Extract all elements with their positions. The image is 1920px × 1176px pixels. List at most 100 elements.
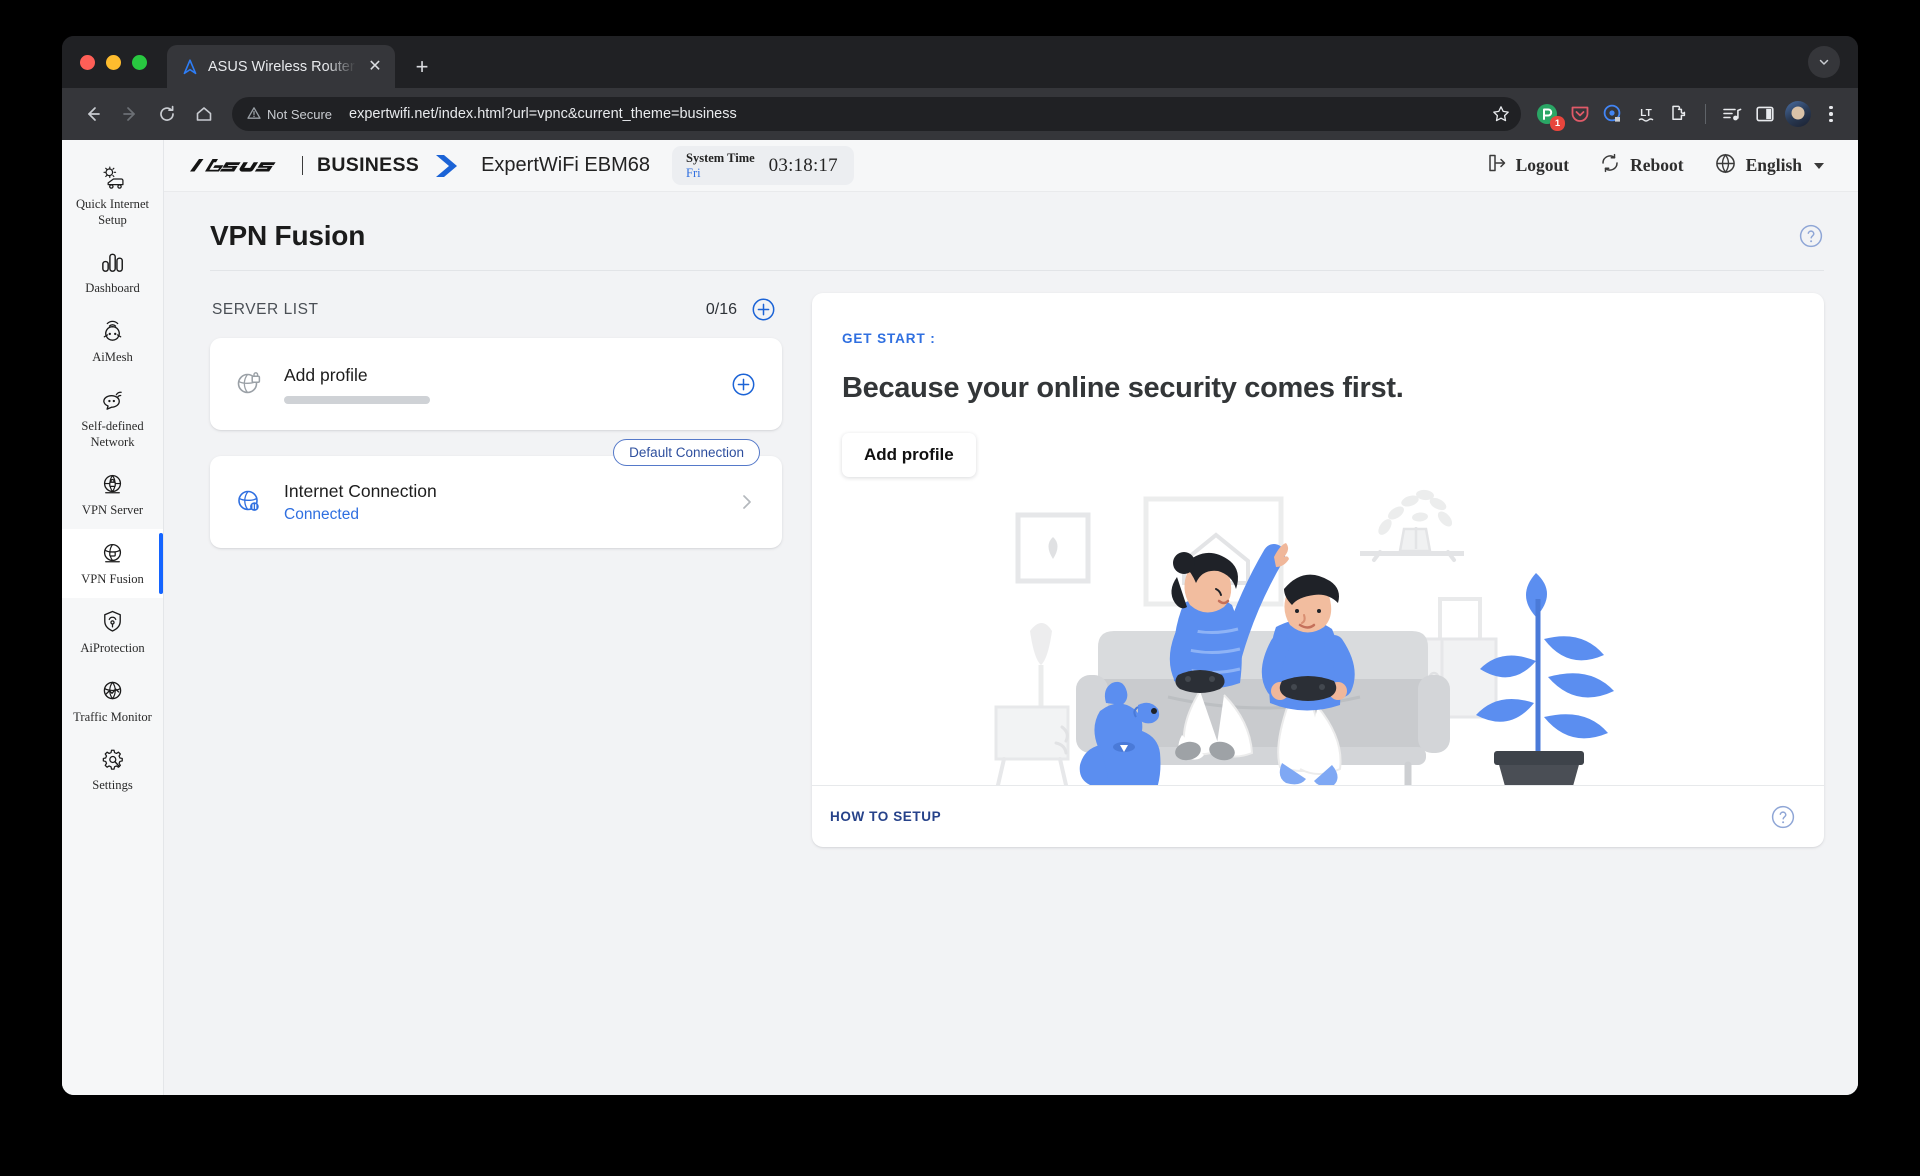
grammar-extension-icon[interactable]: 1 xyxy=(1534,101,1565,131)
svg-text:LT: LT xyxy=(1640,108,1651,119)
chevron-down-icon[interactable] xyxy=(1808,46,1840,78)
sidebar-item-settings[interactable]: Settings xyxy=(62,735,163,804)
asus-logo xyxy=(190,159,276,172)
close-window-button[interactable] xyxy=(80,54,95,70)
sidebar-item-vpn-server[interactable]: VPN Server xyxy=(62,460,163,529)
gear-icon xyxy=(99,745,127,773)
vpn-server-icon xyxy=(99,470,127,498)
security-status-label: Not Secure xyxy=(267,106,333,122)
puzzle-extensions-icon[interactable] xyxy=(1666,101,1692,127)
sidebar-item-dashboard[interactable]: Dashboard xyxy=(62,238,163,307)
server-list-title: SERVER LIST xyxy=(212,300,319,318)
globe-lock-icon xyxy=(234,369,264,399)
languagetool-extension-icon[interactable]: LT xyxy=(1633,101,1659,127)
star-icon[interactable] xyxy=(1487,100,1515,128)
media-playlist-icon[interactable] xyxy=(1719,101,1745,127)
sidebar-item-label: Traffic Monitor xyxy=(73,709,152,724)
window-controls[interactable] xyxy=(80,36,167,88)
brand-divider xyxy=(302,156,303,175)
connection-status: Connected xyxy=(284,506,359,524)
sidebar-item-aimesh[interactable]: AiMesh xyxy=(62,307,163,376)
side-panel-icon[interactable] xyxy=(1752,101,1778,127)
reboot-button[interactable]: Reboot xyxy=(1599,152,1684,179)
three-dot-menu-icon[interactable] xyxy=(1818,105,1844,123)
logout-icon xyxy=(1485,152,1507,179)
dashboard-bars-icon xyxy=(99,248,127,276)
server-list-header: SERVER LIST 0/16 xyxy=(210,293,782,326)
router-model-name: ExpertWiFi EBM68 xyxy=(481,154,651,176)
sidebar: Quick Internet Setup Dashboard AiMesh Se… xyxy=(62,140,164,1095)
how-to-setup-link[interactable]: HOW TO SETUP xyxy=(830,809,941,824)
connection-body: Internet Connection Connected xyxy=(284,480,718,525)
home-icon[interactable] xyxy=(187,97,221,131)
avatar[interactable] xyxy=(1785,101,1811,127)
main-area: BUSINESS ExpertWiFi EBM68 System Time Fr… xyxy=(164,140,1858,1095)
warning-triangle-icon xyxy=(247,106,261,123)
reboot-label: Reboot xyxy=(1630,155,1684,175)
minimize-window-button[interactable] xyxy=(106,54,121,70)
placeholder-bar xyxy=(284,396,430,405)
sidebar-item-label: VPN Fusion xyxy=(81,572,144,587)
caret-down-icon xyxy=(1814,162,1824,169)
sidebar-item-label: AiProtection xyxy=(80,640,145,655)
system-time-clock: 03:18:17 xyxy=(768,154,838,176)
globe-connection-icon xyxy=(234,487,264,517)
page-content: VPN Fusion SERVER LIST 0/16 Add profile … xyxy=(164,192,1858,1095)
header-actions: Logout Reboot English xyxy=(1485,152,1824,180)
two-column-layout: SERVER LIST 0/16 Add profile Default Con… xyxy=(210,293,1824,847)
app-header: BUSINESS ExpertWiFi EBM68 System Time Fr… xyxy=(164,140,1858,192)
browser-tab-title: ASUS Wireless Router Expert xyxy=(208,58,356,75)
sidebar-item-label: Quick Internet Setup xyxy=(75,197,150,227)
browser-window: ASUS Wireless Router Expert ✕ + Not Se xyxy=(62,36,1858,1095)
promo-headline: Because your online security comes first… xyxy=(842,372,1404,404)
arrow-left-icon[interactable] xyxy=(76,97,110,131)
system-time-day: Fri xyxy=(686,165,701,180)
sidebar-item-quick-internet-setup[interactable]: Quick Internet Setup xyxy=(62,154,163,238)
logout-button[interactable]: Logout xyxy=(1485,152,1569,179)
sidebar-item-traffic-monitor[interactable]: Traffic Monitor xyxy=(62,667,163,736)
chevron-right-icon[interactable] xyxy=(738,493,756,511)
address-bar[interactable]: Not Secure expertwifi.net/index.html?url… xyxy=(232,97,1521,131)
sidebar-item-label: VPN Server xyxy=(81,503,144,518)
sidebar-item-vpn-fusion[interactable]: VPN Fusion xyxy=(62,529,163,598)
add-profile-card[interactable]: Add profile xyxy=(210,338,782,430)
help-circle-icon[interactable] xyxy=(1798,223,1824,249)
sidebar-item-label: Self-defined Network xyxy=(81,418,144,449)
extensions-row: 1 LT xyxy=(1534,101,1844,131)
vpn-fusion-icon xyxy=(99,539,127,567)
language-selector[interactable]: English xyxy=(1714,152,1824,180)
system-time-label: System Time xyxy=(686,151,755,166)
brand-business-label: BUSINESS xyxy=(317,154,420,176)
privacy-extension-icon[interactable] xyxy=(1600,101,1626,127)
close-icon[interactable]: ✕ xyxy=(365,57,385,77)
people-gaming-on-couch-illustration xyxy=(812,483,1824,785)
security-status[interactable]: Not Secure xyxy=(240,103,341,126)
server-list-column: SERVER LIST 0/16 Add profile Default Con… xyxy=(210,293,782,548)
quick-setup-icon xyxy=(99,164,127,192)
help-circle-icon[interactable] xyxy=(1770,804,1796,830)
arrow-right-icon[interactable] xyxy=(113,97,147,131)
chevron-right-brand-icon xyxy=(433,152,459,180)
promo-column: GET START : Because your online security… xyxy=(812,293,1824,847)
self-defined-network-icon xyxy=(99,386,127,414)
reload-icon[interactable] xyxy=(150,97,184,131)
refresh-icon xyxy=(1599,152,1621,179)
add-profile-button[interactable]: Add profile xyxy=(842,433,976,477)
browser-tab[interactable]: ASUS Wireless Router Expert ✕ xyxy=(167,45,395,88)
sidebar-item-label: Dashboard xyxy=(85,281,140,296)
logout-label: Logout xyxy=(1515,155,1570,175)
asus-a-icon xyxy=(181,58,199,76)
sidebar-item-self-defined-network[interactable]: Self-defined Network xyxy=(62,376,163,460)
internet-connection-card[interactable]: Default Connection Internet Connection C… xyxy=(210,439,782,548)
brand: BUSINESS ExpertWiFi EBM68 xyxy=(190,152,650,180)
browser-toolbar: Not Secure expertwifi.net/index.html?url… xyxy=(62,88,1858,140)
pocket-extension-icon[interactable] xyxy=(1567,101,1593,127)
extension-badge-count: 1 xyxy=(1550,116,1565,131)
plus-icon[interactable]: + xyxy=(405,50,439,84)
plus-circle-icon[interactable] xyxy=(731,372,756,397)
plus-circle-icon[interactable] xyxy=(751,297,776,322)
server-list-count: 0/16 xyxy=(705,300,737,318)
sidebar-item-aiprotection[interactable]: AiProtection xyxy=(62,598,163,667)
maximize-window-button[interactable] xyxy=(132,54,147,70)
promo-footer: HOW TO SETUP xyxy=(812,785,1824,847)
